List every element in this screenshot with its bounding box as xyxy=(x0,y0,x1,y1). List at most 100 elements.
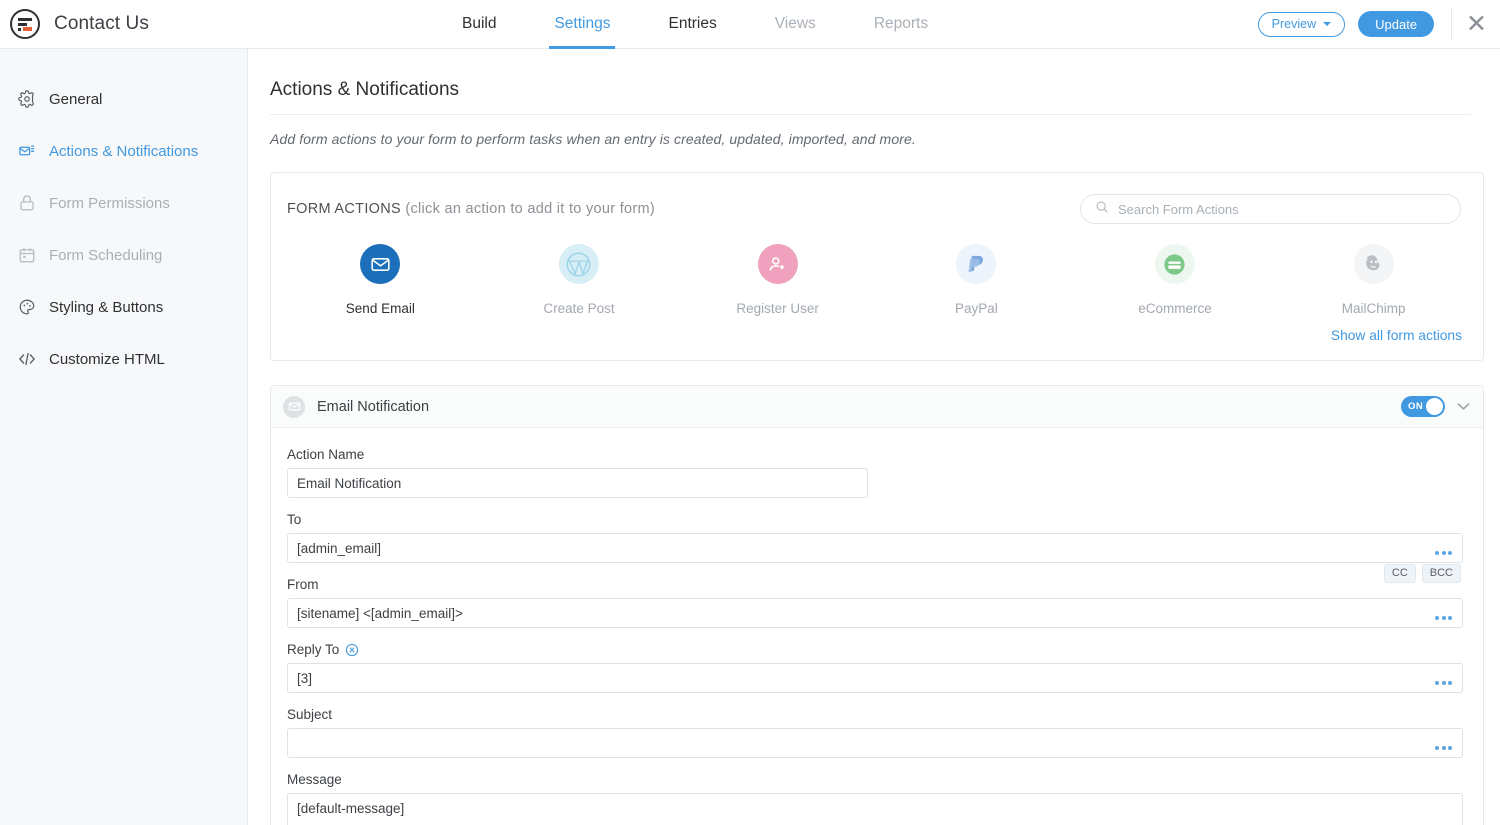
sidebar-item-form-scheduling[interactable]: Form Scheduling xyxy=(0,229,247,281)
sidebar-item-label: Styling & Buttons xyxy=(49,299,163,316)
sidebar-item-label: Form Permissions xyxy=(49,195,170,212)
form-action-label: Register User xyxy=(736,301,819,316)
field-reply-to: Reply To xyxy=(287,642,1463,693)
email-notification-title: Email Notification xyxy=(317,399,429,415)
email-notification-header[interactable]: Email Notification ON xyxy=(271,386,1483,428)
field-label: Reply To xyxy=(287,642,1463,657)
lock-icon xyxy=(17,194,36,213)
section-title: Actions & Notifications xyxy=(270,79,1471,115)
preview-button[interactable]: Preview xyxy=(1258,12,1345,37)
close-icon[interactable]: ✕ xyxy=(1466,12,1487,37)
wordpress-icon xyxy=(559,244,599,284)
sidebar-item-label: General xyxy=(49,91,102,108)
update-button[interactable]: Update xyxy=(1358,11,1434,37)
to-options-icon[interactable] xyxy=(1435,551,1452,555)
field-label: Action Name xyxy=(287,447,1463,462)
field-subject: Subject xyxy=(287,707,1463,758)
top-bar-actions: Preview Update ✕ xyxy=(1258,7,1500,41)
preview-button-label: Preview xyxy=(1272,17,1316,31)
page-header: Actions & Notifications Add form actions… xyxy=(249,49,1500,147)
field-from: CC BCC From xyxy=(287,577,1463,628)
search-input[interactable] xyxy=(1118,202,1446,217)
actions-icon xyxy=(17,142,36,161)
form-actions-heading-hint: (click an action to add it to your form) xyxy=(405,201,655,217)
formidable-forms-logo-icon xyxy=(10,9,40,39)
form-action-paypal[interactable]: PayPal xyxy=(877,238,1076,316)
envelope-circle-icon xyxy=(283,396,305,418)
field-action-name: Action Name xyxy=(287,447,1463,498)
subject-options-icon[interactable] xyxy=(1435,746,1452,750)
form-action-label: Send Email xyxy=(346,301,415,316)
tab-reports[interactable]: Reports xyxy=(845,0,957,49)
field-label: From xyxy=(287,577,1463,592)
calendar-icon xyxy=(17,246,36,265)
reply-to-label-text: Reply To xyxy=(287,642,339,657)
main-content: Actions & Notifications Add form actions… xyxy=(249,49,1500,825)
to-input[interactable] xyxy=(287,533,1463,563)
tab-build[interactable]: Build xyxy=(433,0,525,49)
form-actions-heading-text: FORM ACTIONS xyxy=(287,201,401,217)
form-action-register-user[interactable]: Register User xyxy=(678,238,877,316)
brand: Contact Us xyxy=(0,9,248,39)
sidebar-item-form-permissions[interactable]: Form Permissions xyxy=(0,177,247,229)
chevron-down-icon[interactable] xyxy=(1457,399,1470,414)
field-message: Message xyxy=(287,772,1463,825)
user-plus-icon xyxy=(758,244,798,284)
subject-input[interactable] xyxy=(287,728,1463,758)
form-action-create-post[interactable]: Create Post xyxy=(480,238,679,316)
chevron-down-icon xyxy=(1323,22,1331,26)
section-subtitle: Add form actions to your form to perform… xyxy=(270,115,1471,147)
sidebar-item-label: Actions & Notifications xyxy=(49,143,198,160)
cc-button[interactable]: CC xyxy=(1384,564,1416,583)
search-form-actions[interactable] xyxy=(1080,194,1461,224)
form-action-label: eCommerce xyxy=(1138,301,1212,316)
sidebar-item-styling-buttons[interactable]: Styling & Buttons xyxy=(0,281,247,333)
toggle-knob xyxy=(1426,398,1443,415)
reply-to-options-icon[interactable] xyxy=(1435,681,1452,685)
reply-to-input[interactable] xyxy=(287,663,1463,693)
toggle-label: ON xyxy=(1408,401,1423,412)
form-actions-card: FORM ACTIONS (click an action to add it … xyxy=(270,172,1484,361)
cc-bcc-buttons: CC BCC xyxy=(1384,564,1461,583)
sidebar-item-label: Customize HTML xyxy=(49,351,165,368)
tab-entries[interactable]: Entries xyxy=(639,0,745,49)
settings-sidebar: General Actions & Notifications Form Per… xyxy=(0,49,248,825)
search-icon xyxy=(1095,200,1109,219)
show-all-form-actions-link[interactable]: Show all form actions xyxy=(271,316,1483,360)
sidebar-item-customize-html[interactable]: Customize HTML xyxy=(0,333,247,385)
remove-circle-icon[interactable] xyxy=(345,643,359,657)
action-name-input[interactable] xyxy=(287,468,868,498)
top-bar: Contact Us Build Settings Entries Views … xyxy=(0,0,1500,49)
gear-icon xyxy=(17,90,36,109)
form-action-ecommerce[interactable]: eCommerce xyxy=(1076,238,1275,316)
ecommerce-icon xyxy=(1155,244,1195,284)
mailchimp-icon xyxy=(1354,244,1394,284)
sidebar-item-label: Form Scheduling xyxy=(49,247,162,264)
email-notification-panel: Email Notification ON Action Name T xyxy=(270,385,1484,825)
message-textarea[interactable] xyxy=(287,793,1463,825)
field-label: To xyxy=(287,512,1463,527)
form-action-mailchimp[interactable]: MailChimp xyxy=(1274,238,1473,316)
main-nav-tabs: Build Settings Entries Views Reports xyxy=(433,0,957,49)
palette-icon xyxy=(17,298,36,317)
form-actions-heading: FORM ACTIONS (click an action to add it … xyxy=(287,201,655,217)
bcc-button[interactable]: BCC xyxy=(1422,564,1461,583)
tab-views[interactable]: Views xyxy=(746,0,845,49)
tab-settings[interactable]: Settings xyxy=(525,0,639,49)
field-label: Subject xyxy=(287,707,1463,722)
form-action-send-email[interactable]: Send Email xyxy=(281,238,480,316)
form-actions-header: FORM ACTIONS (click an action to add it … xyxy=(271,173,1483,224)
form-action-label: Create Post xyxy=(543,301,614,316)
code-icon xyxy=(17,350,36,369)
form-action-label: MailChimp xyxy=(1342,301,1406,316)
sidebar-item-general[interactable]: General xyxy=(0,73,247,125)
divider xyxy=(1451,7,1452,41)
from-options-icon[interactable] xyxy=(1435,616,1452,620)
field-to: To xyxy=(287,512,1463,563)
sidebar-item-actions-notifications[interactable]: Actions & Notifications xyxy=(0,125,247,177)
form-actions-grid: Send Email Create Post xyxy=(271,224,1483,316)
paypal-icon xyxy=(956,244,996,284)
field-label: Message xyxy=(287,772,1463,787)
from-input[interactable] xyxy=(287,598,1463,628)
email-notification-toggle[interactable]: ON xyxy=(1401,396,1445,417)
